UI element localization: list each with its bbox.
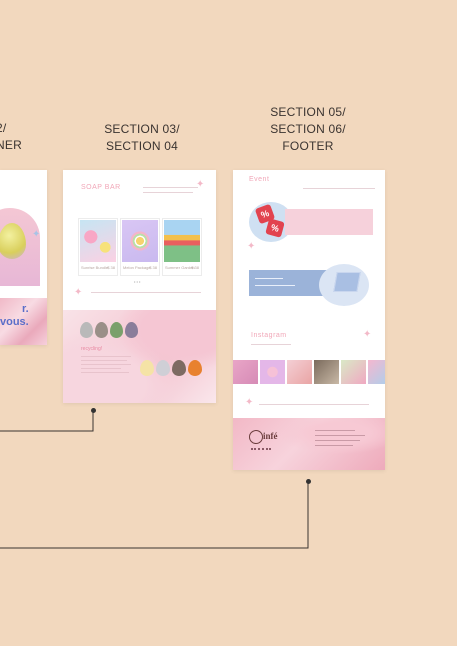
footer-text-line: [315, 435, 365, 436]
label-section-03-04: SECTION 03/ SECTION 04: [92, 121, 192, 155]
footer-text-line: [315, 445, 353, 446]
product-image: [164, 220, 200, 262]
event-strip: [285, 209, 373, 235]
title-divider: [143, 187, 198, 188]
sparkle-icon: ✦: [247, 241, 256, 252]
instagram-photo[interactable]: [233, 360, 258, 384]
banner-text-line: vous.: [0, 316, 29, 328]
label-line: SECTION 05/: [270, 105, 346, 119]
text-line: [255, 285, 295, 286]
event-strip: [249, 270, 327, 296]
label-section-02-banner: 2/ NER: [0, 120, 26, 154]
sparkle-icon: ✦: [245, 397, 254, 408]
text-line: [81, 364, 131, 365]
event-banner-pink[interactable]: % %: [249, 202, 373, 242]
soap-egg: [156, 360, 170, 376]
banner-text: r. vous.: [0, 303, 29, 329]
instagram-photo[interactable]: [341, 360, 366, 384]
sparkle-icon: ✦: [74, 287, 83, 298]
soap-egg: [80, 322, 93, 338]
more-products-indicator[interactable]: • • •: [134, 279, 140, 284]
label-line: SECTION 06/: [270, 122, 346, 136]
product-card[interactable]: Sunrise Bundle $ 38: [78, 218, 118, 276]
event-title: Event: [249, 176, 270, 183]
label-line: FOOTER: [282, 139, 334, 153]
footer-text-line: [315, 430, 355, 431]
soap-egg: [140, 360, 154, 376]
soap-bar-title: SOAP BAR: [81, 184, 121, 191]
instagram-photo[interactable]: [287, 360, 312, 384]
text-line: [255, 278, 283, 279]
connector-dot-middle: [91, 408, 96, 413]
instagram-photo[interactable]: [314, 360, 339, 384]
soap-egg: [110, 322, 123, 338]
label-line: SECTION 03/: [104, 122, 180, 136]
label-line: SECTION 04: [105, 139, 179, 153]
soap-egg: [172, 360, 186, 376]
product-name: Sunrise Bundle: [81, 265, 109, 270]
text-line: [81, 368, 121, 369]
section-divider: [259, 404, 369, 405]
soap-egg: [188, 360, 202, 376]
banner-text-line: r.: [22, 303, 29, 315]
board-section-05-06-footer: Event % % ✦ ✦ Instagram ✦ infé: [233, 170, 385, 470]
sparkle-icon: ✦: [363, 329, 372, 340]
brand-name: infé: [263, 431, 278, 441]
product-name: Melon Package: [123, 265, 151, 270]
instagram-title: Instagram: [251, 332, 287, 339]
gift-box-icon: [333, 272, 361, 292]
title-divider: [303, 188, 375, 189]
recycling-subtitle: recycling!: [81, 346, 103, 352]
product-price: $ 38: [107, 265, 115, 270]
product-card[interactable]: Summer Garden $ 38: [162, 218, 202, 276]
sparkle-icon: ✦: [196, 179, 205, 190]
section-divider: [91, 292, 201, 293]
product-image: [122, 220, 158, 262]
board-section-03-04: SOAP BAR ✦ Sunrise Bundle $ 38 Melon Pac…: [63, 170, 216, 403]
text-line: [81, 360, 127, 361]
soap-egg: [125, 322, 138, 338]
social-icons[interactable]: [251, 448, 271, 454]
text-line: [81, 372, 129, 373]
product-name: Summer Garden: [165, 265, 195, 270]
footer-text-line: [315, 440, 360, 441]
product-price: $ 38: [149, 265, 157, 270]
brand-logo-icon: [249, 430, 263, 444]
instagram-photo[interactable]: [368, 360, 385, 384]
label-section-05-06-footer: SECTION 05/ SECTION 06/ FOOTER: [258, 104, 358, 155]
instagram-photo[interactable]: [260, 360, 285, 384]
label-line: NER: [0, 138, 22, 152]
event-banner-blue[interactable]: [249, 264, 373, 306]
product-image: [80, 220, 116, 262]
product-card[interactable]: Melon Package $ 38: [120, 218, 160, 276]
product-price: $ 38: [191, 265, 199, 270]
title-divider: [251, 344, 291, 345]
text-line: [81, 356, 131, 357]
label-line: 2/: [0, 121, 7, 135]
footer: infé: [233, 418, 385, 470]
board-section-02-banner: ✦ r. vous.: [0, 170, 47, 345]
soap-egg: [95, 322, 108, 338]
connector-dot-right: [306, 479, 311, 484]
title-divider: [143, 192, 193, 193]
banner-sparkle-icon: ✦: [32, 229, 41, 240]
